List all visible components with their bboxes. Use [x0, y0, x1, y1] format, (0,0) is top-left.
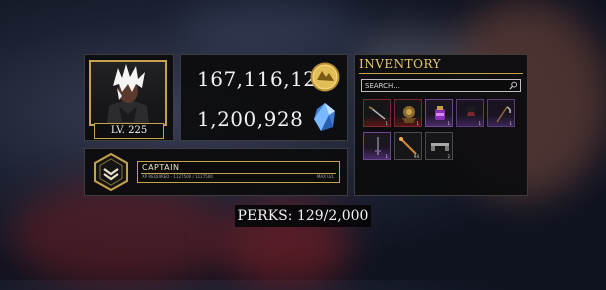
xp-required-text: XP REQUIRED - 1127500 / 1127500: [142, 174, 213, 179]
level-badge: LV. 225: [94, 123, 164, 139]
profile-panel: LV. 225: [84, 54, 174, 141]
rank-progress-bar: CAPTAIN XP REQUIRED - 1127500 / 1127500 …: [137, 161, 340, 183]
character-portrait-icon: [107, 64, 149, 124]
inventory-slot-cloak[interactable]: 1: [456, 99, 484, 127]
inventory-divider: [359, 73, 523, 74]
inventory-title: INVENTORY: [359, 57, 442, 71]
inventory-slot-scythe[interactable]: 1: [487, 99, 515, 127]
currency-panel: 167,116,121 1,200,928: [180, 54, 348, 141]
rank-panel: CAPTAIN XP REQUIRED - 1127500 / 1127500 …: [84, 148, 348, 196]
blue-crystal-icon: [314, 103, 335, 131]
crystal-amount: 1,200,928: [197, 107, 304, 131]
rank-title: CAPTAIN: [142, 163, 180, 172]
search-input[interactable]: [365, 80, 505, 91]
slot-count: 1: [509, 121, 512, 126]
perks-counter: PERKS: 129/2,000: [235, 205, 371, 227]
inventory-panel: INVENTORY 1 1 1: [354, 54, 528, 196]
search-box: [361, 79, 521, 92]
crystal-row: 1,200,928: [181, 97, 347, 137]
inventory-slot-gun[interactable]: 2: [425, 132, 453, 160]
slot-count: 2: [447, 154, 450, 159]
slot-count: 1: [416, 121, 419, 126]
slot-count: 1: [385, 154, 388, 159]
gold-row: 167,116,121: [181, 57, 347, 97]
rank-hexagon-icon: [94, 152, 128, 192]
slot-count: 94: [413, 154, 419, 159]
slot-count: 1: [478, 121, 481, 126]
max-level-text: MAX LVL: [317, 174, 334, 179]
inventory-slot-staff[interactable]: 94: [394, 132, 422, 160]
avatar[interactable]: [89, 60, 167, 126]
background-blur: [180, 0, 360, 60]
slot-count: 1: [447, 121, 450, 126]
inventory-slot-thin-sword[interactable]: 1: [363, 132, 391, 160]
slot-count: 1: [385, 121, 388, 126]
gold-coin-icon: [310, 62, 340, 92]
search-icon[interactable]: [509, 81, 518, 90]
background-blur: [10, 180, 230, 290]
inventory-slot-potion[interactable]: 1: [425, 99, 453, 127]
inventory-slot-blade[interactable]: 1: [363, 99, 391, 127]
inventory-slot-gear[interactable]: 1: [394, 99, 422, 127]
